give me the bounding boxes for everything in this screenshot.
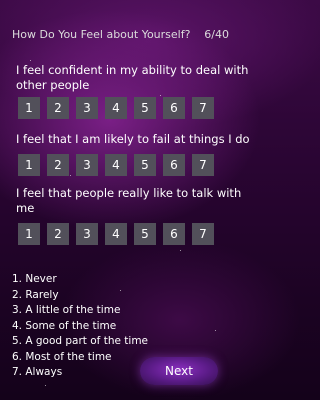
rating-1-option-2[interactable]: 2 xyxy=(47,97,69,119)
rating-1-option-1[interactable]: 1 xyxy=(18,97,40,119)
page-title: How Do You Feel about Yourself? xyxy=(12,28,191,41)
rating-scale-3: 1 2 3 4 5 6 7 xyxy=(16,223,226,245)
rating-1-option-3[interactable]: 3 xyxy=(76,97,98,119)
legend-item-7: 7. Always xyxy=(12,366,63,378)
rating-3-option-2[interactable]: 2 xyxy=(47,223,69,245)
star xyxy=(160,95,161,96)
legend-item-6: 6. Most of the time xyxy=(12,350,112,363)
rating-2-option-7[interactable]: 7 xyxy=(192,154,214,176)
rating-3-option-7[interactable]: 7 xyxy=(192,223,214,245)
star xyxy=(45,385,46,386)
rating-legend: 1. Never 2. Rarely 3. A little of the ti… xyxy=(12,272,148,381)
rating-2-option-2[interactable]: 2 xyxy=(47,154,69,176)
legend-item-5: 5. A good part of the time xyxy=(12,335,149,347)
rating-1-option-6[interactable]: 6 xyxy=(163,97,185,119)
rating-3-option-6[interactable]: 6 xyxy=(163,223,185,245)
question-3-text-line-2: me xyxy=(16,201,35,215)
status-bar xyxy=(0,0,240,20)
question-2: I feel that I am likely to fail at thing… xyxy=(16,132,250,176)
rating-1-option-5[interactable]: 5 xyxy=(134,97,156,119)
rating-3-option-3[interactable]: 3 xyxy=(76,223,98,245)
question-3: I feel that people really like to talk w… xyxy=(16,186,242,245)
legend-item-1: 1. Never xyxy=(12,273,57,285)
rating-3-option-1[interactable]: 1 xyxy=(18,223,40,245)
rating-2-option-4[interactable]: 4 xyxy=(105,154,127,176)
rating-2-option-1[interactable]: 1 xyxy=(18,154,40,176)
rating-1-option-4[interactable]: 4 xyxy=(105,97,127,119)
rating-2-option-3[interactable]: 3 xyxy=(76,154,98,176)
legend-item-3: 3. A little of the time xyxy=(12,304,121,316)
legend-item-2: 2. Rarely xyxy=(12,288,59,301)
rating-3-option-5[interactable]: 5 xyxy=(134,223,156,245)
question-1: I feel confident in my ability to deal w… xyxy=(16,63,249,119)
star xyxy=(30,60,31,61)
star xyxy=(215,330,216,331)
rating-2-option-6[interactable]: 6 xyxy=(163,154,185,176)
question-counter: 6/40 xyxy=(204,28,229,41)
header: How Do You Feel about Yourself? 6/40 xyxy=(0,20,240,50)
question-3-text-line-1: I feel that people really like to talk w… xyxy=(16,186,242,200)
question-1-text-line-2: other people xyxy=(16,78,90,92)
question-2-text-line-1: I feel that I am likely to fail at thing… xyxy=(16,132,250,146)
question-1-text-line-1: I feel confident in my ability to deal w… xyxy=(16,63,249,77)
rating-scale-2: 1 2 3 4 5 6 7 xyxy=(16,154,226,176)
star xyxy=(180,250,181,251)
next-button[interactable]: Next xyxy=(140,357,218,385)
rating-1-option-7[interactable]: 7 xyxy=(192,97,214,119)
rating-3-option-4[interactable]: 4 xyxy=(105,223,127,245)
legend-item-4: 4. Some of the time xyxy=(12,319,117,332)
rating-2-option-5[interactable]: 5 xyxy=(134,154,156,176)
rating-scale-1: 1 2 3 4 5 6 7 xyxy=(16,97,226,119)
